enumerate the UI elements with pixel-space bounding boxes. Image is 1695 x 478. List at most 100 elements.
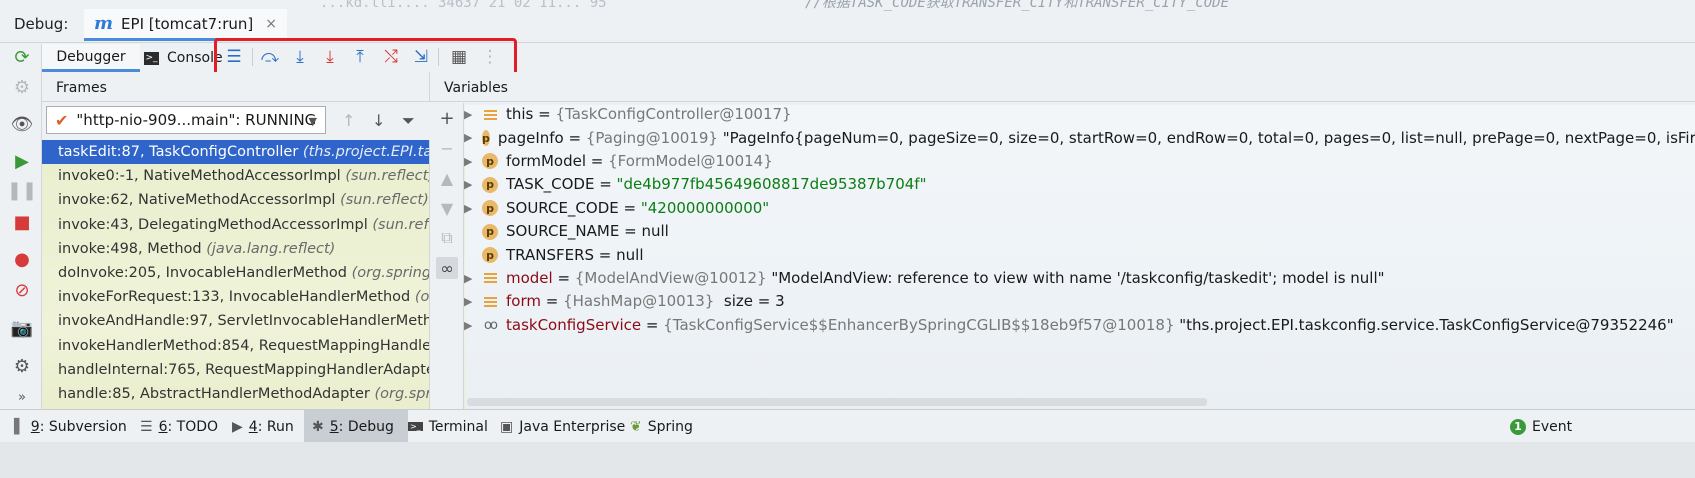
frame-method: invokeHandlerMethod:854, RequestMappingH…	[58, 337, 430, 354]
tool-java-enterprise-label: Java Enterprise	[519, 418, 626, 435]
subversion-icon: ▌	[14, 418, 25, 435]
frame-item[interactable]: invokeAndHandle:97, ServletInvocableHand…	[42, 309, 429, 333]
step-into-icon[interactable]: ⤓	[288, 45, 312, 69]
check-icon: ✔	[55, 110, 69, 130]
evaluate-expression-icon[interactable]: ▦	[447, 45, 471, 69]
expand-arrow-icon[interactable]: ▶	[464, 314, 476, 337]
rerun-icon[interactable]: ⟳	[9, 44, 35, 70]
add-watch-icon[interactable]: +	[436, 107, 458, 129]
arrow-up-icon[interactable]: ↑	[342, 111, 355, 130]
frame-item[interactable]: invoke:62, NativeMethodAccessorImpl (sun…	[42, 188, 429, 212]
run-to-cursor-icon[interactable]: ⇲	[409, 45, 433, 69]
filter-icon[interactable]: ⏷	[402, 111, 415, 131]
more-icon[interactable]: »	[9, 384, 35, 410]
tool-subversion[interactable]: ▌ 9: Subversion	[14, 410, 127, 443]
frame-item[interactable]: invokeHandlerMethod:854, RequestMappingH…	[42, 334, 429, 358]
stop-icon[interactable]: ■	[9, 209, 35, 235]
variable-value: null	[641, 222, 669, 241]
tab-debugger[interactable]: Debugger	[42, 44, 140, 72]
frame-item[interactable]: invoke:498, Method (java.lang.reflect)	[42, 237, 429, 261]
run-config-tab[interactable]: m EPI [tomcat7:run] ×	[84, 9, 287, 41]
copy-icon[interactable]: ⧉	[436, 227, 458, 249]
move-up-icon[interactable]: ▲	[436, 167, 458, 189]
variable-row[interactable]: ▶ form = {HashMap@10013} size = 3	[464, 290, 1695, 313]
variable-row[interactable]: ▶ p SOURCE_CODE = "420000000000"	[464, 197, 1695, 220]
frame-method: invoke:62, NativeMethodAccessorImpl	[58, 192, 336, 209]
view-breakpoints-icon[interactable]: ●	[9, 246, 35, 272]
bug-icon: ✱	[312, 418, 324, 435]
resume-icon[interactable]: ▶	[9, 148, 35, 174]
tool-run-label: : Run	[257, 418, 294, 435]
parameter-icon: p	[482, 247, 498, 264]
debug-window-title: Debug:	[14, 15, 69, 33]
frame-item[interactable]: doInvoke:205, InvocableHandlerMethod (or…	[42, 261, 429, 285]
glasses-icon[interactable]: ∞	[436, 257, 458, 279]
frame-item[interactable]: handleInternal:765, RequestMappingHandle…	[42, 358, 429, 382]
variable-equals: =	[552, 268, 575, 287]
tool-debug[interactable]: ✱ 5: Debug	[304, 410, 408, 443]
variables-header: Variables	[430, 72, 1695, 102]
frame-item[interactable]: taskEdit:87, TaskConfigController (ths.p…	[42, 140, 429, 165]
frame-package: (sun.reflect)	[340, 192, 429, 209]
horizontal-scrollbar[interactable]	[467, 398, 1207, 406]
frame-method: invoke:498, Method	[58, 240, 202, 257]
expand-arrow-icon[interactable]: ▶	[464, 267, 476, 290]
settings-icon[interactable]: ⚙	[9, 353, 35, 379]
step-out-icon[interactable]: ⤒	[348, 45, 372, 69]
frame-package: (org.spring	[374, 385, 430, 402]
variable-equals: =	[641, 315, 664, 334]
expand-arrow-icon[interactable]: ▶	[464, 173, 476, 196]
frame-method: handleInternal:765, RequestMappingHandle…	[58, 361, 430, 378]
variable-type: {Paging@10019}	[585, 128, 718, 147]
variable-row[interactable]: ▶ oo taskConfigService = {TaskConfigServic…	[464, 314, 1695, 337]
tool-run[interactable]: ▶ 4: Run	[232, 410, 294, 443]
expand-arrow-icon[interactable]: ▶	[464, 150, 476, 173]
move-down-icon[interactable]: ▼	[436, 197, 458, 219]
maven-icon: m	[94, 13, 114, 34]
status-strip	[0, 442, 1695, 478]
show-execution-point-icon[interactable]: ☰	[222, 45, 246, 69]
tool-terminal[interactable]: >_ Terminal	[408, 410, 488, 443]
expand-arrow-icon[interactable]: ▶	[464, 126, 476, 149]
modify-run-config-icon[interactable]: ⚙	[9, 74, 35, 100]
force-step-into-icon[interactable]: ⤓	[318, 45, 342, 69]
mute-breakpoints-icon[interactable]: ⊘	[9, 277, 35, 303]
frame-item[interactable]: invoke:43, DelegatingMethodAccessorImpl …	[42, 213, 429, 237]
variable-row[interactable]: p TRANSFERS = null	[464, 243, 1695, 266]
drop-frame-icon[interactable]: ⤭	[379, 45, 403, 69]
camera-icon[interactable]: 📷	[9, 315, 35, 341]
frame-item[interactable]: invoke0:-1, NativeMethodAccessorImpl (su…	[42, 164, 429, 188]
java-enterprise-icon: ▣	[500, 418, 514, 435]
remove-watch-icon[interactable]: −	[436, 137, 458, 159]
step-over-icon[interactable]: ⤼	[258, 45, 282, 69]
variable-row[interactable]: ▶ model = {ModelAndView@10012} "ModelAndV…	[464, 267, 1695, 290]
variable-type: {TaskConfigController@10017}	[555, 105, 792, 124]
variable-type: {HashMap@10013}	[563, 292, 715, 311]
trace-current-stream-icon[interactable]: ⋮	[478, 45, 502, 69]
variable-type: {TaskConfigService$$EnhancerBySpringCGLI…	[663, 315, 1175, 334]
tool-todo[interactable]: ☰ 6: TODO	[140, 410, 218, 443]
view-icon[interactable]: 👁	[9, 111, 35, 137]
frame-item[interactable]: invokeForRequest:133, InvocableHandlerMe…	[42, 285, 429, 309]
expand-arrow-icon[interactable]: ▶	[464, 103, 476, 126]
field-icon	[482, 294, 498, 310]
expand-arrow-icon[interactable]: ▶	[464, 197, 476, 220]
variable-row[interactable]: ▶ p formModel = {FormModel@10014}	[464, 150, 1695, 173]
thread-select-value: "http-nio-909...main": RUNNING	[76, 111, 317, 129]
pause-icon[interactable]: ❚❚	[7, 177, 37, 203]
frame-item[interactable]: handle:85, AbstractHandlerMethodAdapter …	[42, 382, 429, 406]
parameter-icon: p	[482, 153, 498, 170]
arrow-down-icon[interactable]: ↓	[372, 111, 385, 130]
tool-event-log[interactable]: 1 Event	[1510, 410, 1572, 443]
variable-row[interactable]: ▶ p TASK_CODE = "de4b977fb45649608817de953…	[464, 173, 1695, 196]
thread-select[interactable]: ✔ "http-nio-909...main": RUNNING ▼	[46, 106, 326, 134]
frame-method: handle:85, AbstractHandlerMethodAdapter	[58, 385, 370, 402]
variable-row[interactable]: p SOURCE_NAME = null	[464, 220, 1695, 243]
close-icon[interactable]: ×	[265, 16, 277, 32]
expand-arrow-icon[interactable]: ▶	[464, 290, 476, 313]
variable-row[interactable]: ▶ p pageInfo = {Paging@10019} "PageInfo{pa…	[464, 126, 1695, 149]
variable-row[interactable]: ▶ this = {TaskConfigController@10017}	[464, 103, 1695, 126]
watch-icon: oo	[484, 317, 498, 333]
tool-spring[interactable]: ❦ Spring	[630, 410, 693, 443]
tool-java-enterprise[interactable]: ▣ Java Enterprise	[500, 410, 625, 443]
